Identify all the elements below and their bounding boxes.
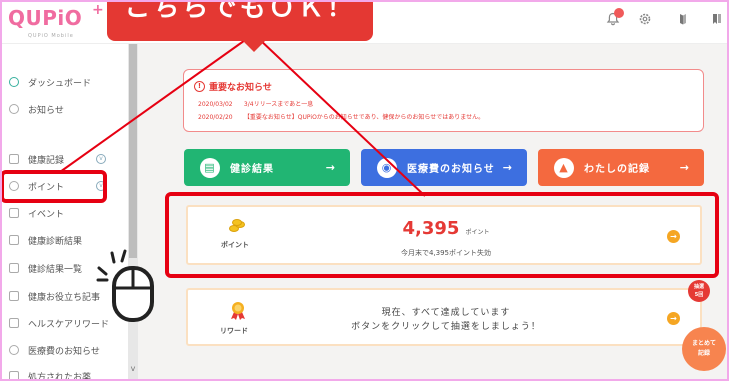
points-value: 4,395 <box>402 218 460 239</box>
callout-text: こちらでもＯＫ！ <box>124 0 356 23</box>
bookmark-icon[interactable] <box>708 12 726 30</box>
sidebar-item-label: ポイント <box>28 182 65 193</box>
notice-text: 【重要なお知らせ】QUPiOからのお知らせであり、健保からのお知らせではありませ… <box>243 114 485 121</box>
batch-record-line2: 記録 <box>697 350 710 357</box>
arrow-right-icon: → <box>502 161 513 174</box>
sidebar-item-label: お知らせ <box>28 105 64 116</box>
sidebar-item-event[interactable]: イベント <box>0 201 128 225</box>
arrow-right-icon[interactable]: → <box>667 230 680 243</box>
logo-subtitle: QUPiO Mobile <box>28 33 74 39</box>
sidebar-item-label: 健診結果一覧 <box>28 264 83 275</box>
points-unit: ポイント <box>465 229 490 236</box>
tile-label: 健診結果 <box>230 164 274 175</box>
arrow-right-icon: → <box>325 161 336 174</box>
list-icon <box>9 263 19 273</box>
points-card[interactable]: ポイント 4,395 ポイント 今月末で4,395ポイント失効 → <box>186 205 702 265</box>
medical-expense-tile[interactable]: ◉ 医療費のお知らせ → <box>361 149 527 186</box>
tile-label: 医療費のお知らせ <box>407 164 495 175</box>
checkup-icon <box>9 235 19 245</box>
sidebar-item-health-record[interactable]: 健康記録 v <box>0 147 128 171</box>
sidebar-item-medicine[interactable]: 処方されたお薬 <box>0 364 128 381</box>
lottery-badge-line1: 抽選 <box>693 284 704 290</box>
event-icon <box>9 208 19 218</box>
notice-date: 2020/03/02 <box>198 101 233 108</box>
logo-text: QUPiO <box>8 6 83 30</box>
notice-row[interactable]: 2020/03/02 3/4リリースまであと一息 <box>198 99 313 108</box>
sidebar-scrollbar[interactable]: v <box>128 44 138 381</box>
lottery-badge-line2: 5回 <box>694 292 704 298</box>
sidebar-item-label: イベント <box>28 209 65 220</box>
chevron-down-icon[interactable]: v <box>96 154 106 164</box>
article-icon <box>9 291 19 301</box>
reward-card[interactable]: リワード 現在、すべて達成しています ボタンをクリックして抽選をしましょう！ → <box>186 288 702 346</box>
alert-icon: ! <box>194 81 205 92</box>
notice-title: ! 重要なお知らせ <box>194 80 272 93</box>
record-icon <box>9 154 19 164</box>
dashboard-icon <box>9 77 19 87</box>
sidebar-item-label: 医療費のお知らせ <box>28 346 100 357</box>
gear-icon[interactable] <box>636 12 654 30</box>
callout-banner: こちらでもＯＫ！ <box>107 0 373 41</box>
reward-line-1: 現在、すべて達成しています <box>381 308 511 318</box>
coin-icon: ◉ <box>377 157 397 178</box>
notification-badge <box>614 8 624 18</box>
logo-plus: + <box>92 2 104 18</box>
notice-title-text: 重要なお知らせ <box>209 83 272 93</box>
app-logo[interactable]: QUPiO + QUPiO Mobile <box>8 2 104 39</box>
sidebar-item-notice[interactable]: お知らせ <box>0 97 128 121</box>
arrow-right-icon: → <box>679 161 690 174</box>
my-record-tile[interactable]: ▲ わたしの記録 → <box>538 149 704 186</box>
chevron-down-icon[interactable]: v <box>128 364 138 374</box>
sidebar: ダッシュボード お知らせ 健康記録 v ポイント v イベント 健康診断結果 健… <box>0 44 138 381</box>
batch-record-button[interactable]: まとめて 記録 <box>682 327 726 371</box>
sidebar-item-label: 処方されたお薬 <box>28 372 92 381</box>
mouse-click-icon <box>96 249 154 322</box>
sidebar-item-label: 健康お役立ち記事 <box>28 292 101 303</box>
chevron-down-icon[interactable]: v <box>96 181 106 191</box>
book-icon[interactable] <box>674 12 692 30</box>
scrollbar-thumb[interactable] <box>129 44 137 258</box>
tile-label: わたしの記録 <box>584 164 650 175</box>
chart-icon: ▲ <box>554 157 574 178</box>
sidebar-item-label: ダッシュボード <box>28 78 92 89</box>
checkup-result-tile[interactable]: ▤ 健診結果 → <box>184 149 350 186</box>
sidebar-item-point[interactable]: ポイント v <box>0 174 128 198</box>
bell-icon <box>9 104 19 114</box>
document-icon: ▤ <box>200 157 220 178</box>
points-expiry-text: 今月末で4,395ポイント失効 <box>400 249 492 257</box>
batch-record-line1: まとめて <box>691 340 716 347</box>
notice-row[interactable]: 2020/02/20 【重要なお知らせ】QUPiOからのお知らせであり、健保から… <box>198 112 484 121</box>
reward-line-2: ボタンをクリックして抽選をしましょう！ <box>351 322 541 332</box>
medical-icon <box>9 345 19 355</box>
point-icon <box>9 181 19 191</box>
sidebar-item-label: 健康診断結果 <box>28 236 83 247</box>
medicine-icon <box>9 371 19 381</box>
lottery-count-badge: 抽選 5回 <box>688 280 710 302</box>
reward-icon <box>9 318 19 328</box>
bell-icon[interactable] <box>604 8 624 30</box>
important-notice-panel: ! 重要なお知らせ 2020/03/02 3/4リリースまであと一息 2020/… <box>183 69 704 132</box>
arrow-right-icon[interactable]: → <box>667 312 680 325</box>
sidebar-item-label: 健康記録 <box>28 155 65 166</box>
sidebar-item-dashboard[interactable]: ダッシュボード <box>0 70 128 94</box>
notice-text: 3/4リリースまであと一息 <box>243 101 314 108</box>
points-value-row: 4,395 ポイント <box>188 218 704 239</box>
sidebar-item-medical[interactable]: 医療費のお知らせ <box>0 338 128 362</box>
notice-date: 2020/02/20 <box>198 114 233 121</box>
